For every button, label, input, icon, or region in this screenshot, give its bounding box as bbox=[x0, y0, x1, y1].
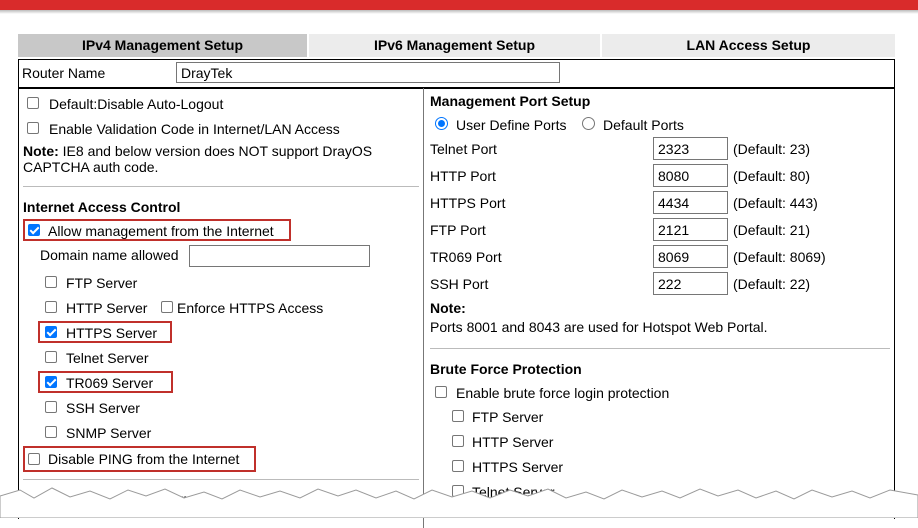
tr069-port-input[interactable] bbox=[653, 245, 728, 268]
port-note-text: Ports 8001 and 8043 are used for Hotspot… bbox=[430, 319, 768, 335]
torn-edge-decoration bbox=[0, 487, 918, 518]
bfp-ftp-checkbox[interactable] bbox=[452, 410, 464, 422]
http-port-input[interactable] bbox=[653, 164, 728, 187]
router-name-label: Router Name bbox=[22, 65, 106, 81]
tab-lan-access[interactable]: LAN Access Setup bbox=[602, 34, 895, 57]
default-logout-label: Default:Disable Auto-Logout bbox=[49, 96, 224, 112]
enforce-https-checkbox[interactable] bbox=[161, 301, 173, 313]
disable-ping-checkbox[interactable] bbox=[28, 453, 40, 465]
default-ports-label: Default Ports bbox=[603, 117, 684, 133]
top-bar-shadow bbox=[0, 10, 918, 14]
http-server-checkbox[interactable] bbox=[45, 301, 57, 313]
tr069-server-checkbox[interactable] bbox=[45, 376, 57, 388]
ssh-port-default: (Default: 22) bbox=[733, 276, 811, 292]
management-port-setup-title: Management Port Setup bbox=[430, 93, 591, 109]
port-note-bold: Note: bbox=[430, 300, 466, 316]
https-server-label: HTTPS Server bbox=[66, 325, 158, 341]
domain-input[interactable] bbox=[189, 245, 370, 267]
settings-frame: Router Name Default:Disable Auto-Logout … bbox=[18, 59, 895, 528]
brute-force-enable-checkbox[interactable] bbox=[435, 386, 447, 398]
column-divider bbox=[423, 88, 424, 528]
https-port-input[interactable] bbox=[653, 191, 728, 214]
user-define-ports-radio[interactable] bbox=[435, 117, 448, 130]
bfp-http-label: HTTP Server bbox=[472, 434, 554, 450]
allow-mgmt-label: Allow management from the Internet bbox=[48, 223, 274, 239]
enforce-https-label: Enforce HTTPS Access bbox=[177, 300, 324, 316]
snmp-server-label: SNMP Server bbox=[66, 425, 152, 441]
http-port-label: HTTP Port bbox=[430, 168, 496, 184]
ie8-note-text-2: CAPTCHA auth code. bbox=[23, 159, 159, 175]
telnet-server-checkbox[interactable] bbox=[45, 351, 57, 363]
router-name-row: Router Name bbox=[19, 60, 894, 89]
tab-bar: IPv4 Management Setup IPv6 Management Se… bbox=[18, 34, 895, 57]
ie8-note: Note: IE8 and below version does NOT sup… bbox=[23, 143, 372, 175]
bfp-http-checkbox[interactable] bbox=[452, 435, 464, 447]
bfp-https-label: HTTPS Server bbox=[472, 459, 564, 475]
ftp-server-checkbox[interactable] bbox=[45, 276, 57, 288]
tab-ipv4-management[interactable]: IPv4 Management Setup bbox=[18, 34, 309, 57]
tr069-port-default: (Default: 8069) bbox=[733, 249, 826, 265]
ssh-server-checkbox[interactable] bbox=[45, 401, 57, 413]
ssh-port-label: SSH Port bbox=[430, 276, 489, 292]
ssh-server-label: SSH Server bbox=[66, 400, 140, 416]
validation-code-label: Enable Validation Code in Internet/LAN A… bbox=[49, 121, 340, 137]
ftp-server-label: FTP Server bbox=[66, 275, 138, 291]
default-logout-checkbox[interactable] bbox=[27, 97, 39, 109]
telnet-port-label: Telnet Port bbox=[430, 141, 497, 157]
default-ports-radio[interactable] bbox=[582, 117, 595, 130]
domain-label: Domain name allowed bbox=[40, 247, 179, 263]
https-port-default: (Default: 443) bbox=[733, 195, 818, 211]
http-port-default: (Default: 80) bbox=[733, 168, 811, 184]
validation-code-checkbox[interactable] bbox=[27, 122, 39, 134]
user-define-ports-label: User Define Ports bbox=[456, 117, 567, 133]
telnet-port-default: (Default: 23) bbox=[733, 141, 811, 157]
top-red-bar bbox=[0, 0, 918, 10]
snmp-server-checkbox[interactable] bbox=[45, 426, 57, 438]
bfp-https-checkbox[interactable] bbox=[452, 460, 464, 472]
left-divider-1 bbox=[23, 186, 419, 187]
https-server-checkbox[interactable] bbox=[45, 326, 57, 338]
router-name-input[interactable] bbox=[176, 62, 560, 83]
ie8-note-bold: Note: bbox=[23, 143, 59, 159]
brute-force-enable-label: Enable brute force login protection bbox=[456, 385, 670, 401]
telnet-server-label: Telnet Server bbox=[66, 350, 149, 366]
ftp-port-input[interactable] bbox=[653, 218, 728, 241]
internet-access-control-title: Internet Access Control bbox=[23, 199, 181, 215]
telnet-port-input[interactable] bbox=[653, 137, 728, 160]
tr069-server-label: TR069 Server bbox=[66, 375, 154, 391]
allow-mgmt-checkbox[interactable] bbox=[28, 224, 40, 236]
tab-ipv6-management[interactable]: IPv6 Management Setup bbox=[309, 34, 602, 57]
tr069-port-label: TR069 Port bbox=[430, 249, 502, 265]
https-port-label: HTTPS Port bbox=[430, 195, 506, 211]
disable-ping-label: Disable PING from the Internet bbox=[48, 451, 240, 467]
right-divider-1 bbox=[430, 348, 890, 349]
ie8-note-text-1: IE8 and below version does NOT support D… bbox=[58, 143, 373, 159]
ftp-port-label: FTP Port bbox=[430, 222, 486, 238]
brute-force-title: Brute Force Protection bbox=[430, 361, 582, 377]
bfp-ftp-label: FTP Server bbox=[472, 409, 544, 425]
ftp-port-default: (Default: 21) bbox=[733, 222, 811, 238]
http-server-label: HTTP Server bbox=[66, 300, 148, 316]
ssh-port-input[interactable] bbox=[653, 272, 728, 295]
